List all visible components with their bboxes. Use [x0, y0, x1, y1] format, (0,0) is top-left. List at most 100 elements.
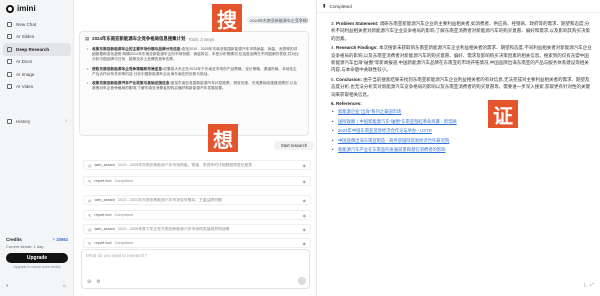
step-row[interactable]: ✎ report tool Completed ◉: [83, 176, 311, 186]
plan-header: ▤ 2024年东南亚新能源车企竞争格局信息搜集计划 Total: 3 steps: [80, 32, 308, 46]
send-button[interactable]: ↑: [298, 277, 306, 285]
logo-mark-icon: [6, 4, 14, 13]
chevron-right-icon: ›: [65, 118, 67, 124]
globe-icon: ◎: [88, 162, 92, 168]
eye-icon[interactable]: ◉: [303, 241, 307, 246]
download-icon[interactable]: ⤓: [584, 282, 586, 288]
step-text: Completed: [114, 213, 133, 217]
plan-item-heading: 收集东南亚新能源车企的主要市场份额与品牌分布信息:: [92, 47, 182, 51]
wrench-icon: ✎: [88, 178, 92, 184]
sidebar-item-ai-image[interactable]: AI Image: [3, 68, 71, 81]
reference-link[interactable]: 2024年中国东南亚贸易经济合作论坛举办 - USTR: [331, 126, 593, 136]
upgrade-button[interactable]: Upgrade: [6, 253, 68, 263]
stamp-think: 想: [208, 124, 238, 152]
input-tools: ⊕ ⚙: [87, 279, 101, 285]
sidebar-item-deep-research[interactable]: Deep Research: [3, 43, 71, 56]
sidebar-item-label: New Chat: [16, 21, 37, 27]
research-input[interactable]: [86, 253, 286, 258]
sidebar-item-ai-video[interactable]: AI Video: [3, 81, 71, 94]
plan-title: 2024年东南亚新能源车企竞争格局信息搜集计划: [92, 36, 186, 41]
sidebar-item-label: AI Docs: [16, 59, 33, 65]
plan-item: 收集东南亚新能源车企的主要市场份额与品牌分布信息:查找2010 - 2025年东…: [80, 46, 308, 66]
result-body: 3. Problem Statement: 调研东南亚新能源汽车企业的主要利益相…: [331, 20, 593, 155]
settings-icon[interactable]: ⚙: [96, 279, 100, 285]
globe-icon: ◎: [88, 226, 92, 232]
docs-icon: [7, 59, 12, 65]
research-icon: [7, 46, 12, 52]
step-row[interactable]: ✎ report tool Completed ◉: [83, 238, 311, 248]
result-status: Completed: [329, 3, 352, 9]
stamp-search: 搜: [212, 4, 242, 32]
menu-icon[interactable]: ▮: [323, 3, 326, 9]
logo-text: imini: [17, 4, 36, 13]
step-text: 2023 - 2024年东南亚新能源汽车市场竞争格局、主要品牌份额: [117, 197, 222, 202]
clock-icon: [7, 118, 12, 124]
attach-icon[interactable]: ⊕: [87, 279, 91, 285]
plan-step-count: Total: 3 steps: [188, 36, 215, 42]
research-input-box: ⊕ ⚙ ↑: [81, 249, 310, 289]
credits-label: Credits: [6, 237, 22, 242]
chat-plus-icon: [7, 21, 12, 27]
step-tool: web_search: [94, 163, 115, 167]
step-text: Completed: [114, 179, 133, 183]
sidebar-item-ai-slides[interactable]: AI Slides: [3, 31, 71, 44]
reference-link[interactable]: 新能源企业"出海"系列之泰国市场: [331, 107, 593, 117]
sidebar-item-new-chat[interactable]: New Chat: [3, 18, 71, 31]
research-findings: 4. Research Findings: 本次搜索未获取到东南亚新能源汽车企业…: [331, 45, 592, 73]
plan-item: 获取东南亚新能源车企竞争策略和布局信息:收集各大车企在2024年于东南亚市场的产…: [80, 66, 308, 80]
eye-icon[interactable]: ◉: [303, 213, 307, 218]
upgrade-note: Upgrade to unlock more credits: [13, 264, 61, 269]
home-icon[interactable]: ⌂: [63, 283, 66, 289]
streak-text: Current streak: 1 day: [6, 244, 44, 249]
problem-statement: 3. Problem Statement: 调研东南亚新能源汽车企业的主要利益相…: [331, 21, 590, 41]
expand-icon[interactable]: ⤢: [590, 282, 594, 288]
image-icon: [7, 71, 12, 77]
step-row[interactable]: ✎ report tool Completed ◉: [83, 210, 311, 220]
step-row[interactable]: ◎ web_search 2023 - 2024年东南亚新能源汽车市场竞争格局、主要…: [83, 195, 311, 205]
start-research-button[interactable]: Start research: [274, 141, 314, 150]
references-label: References:: [336, 101, 362, 107]
sidebar-bottom-icons: ◐ ⌂: [6, 283, 66, 289]
para-heading: Research Findings:: [336, 45, 378, 51]
slides-icon: [7, 34, 12, 40]
plan-item-heading: 获取东南亚新能源车企竞争策略和布局信息:: [92, 66, 164, 71]
step-tool: report tool: [94, 179, 112, 183]
arrow-up-icon: ↑: [300, 278, 304, 284]
reference-link[interactable]: 新能源汽车产业在东南亚的发展前景和潜在消费者的影响: [331, 145, 593, 155]
sidebar-item-label: AI Video: [16, 84, 34, 90]
result-panel: ▮ Completed 3. Problem Statement: 调研东南亚新…: [316, 0, 600, 296]
history-toggle[interactable]: History ›: [3, 116, 71, 126]
plan-item-heading: 收集东南亚新能源汽车产业政策与基础设施信息:: [92, 81, 171, 86]
chat-panel: 2024年东南亚新能源车企竞争格局 ▤ 2024年东南亚新能源车企竞争格局信息搜…: [75, 0, 315, 296]
stamp-verify: 证: [488, 100, 518, 128]
reference-link[interactable]: 中国品牌出海东南亚制造 - 商务部国际贸易经济合作研究院: [331, 136, 593, 146]
plan-item: 收集东南亚新能源汽车产业政策与基础设施信息:查找东南亚各国新能源汽车补贴政策、税…: [80, 80, 308, 94]
step-tool: web_search: [94, 227, 115, 231]
eye-icon[interactable]: ◉: [303, 227, 307, 232]
para-heading: Conclusion:: [336, 76, 363, 82]
step-text: 2025 - 2026年各大车企在东南亚新能源汽车市场的发展规划和战略: [117, 226, 230, 231]
credits-row: Credits ⚡ 20862: [6, 237, 68, 242]
sidebar-item-label: AI Slides: [16, 34, 35, 40]
credits-number: 20862: [56, 237, 68, 242]
step-text: Completed: [114, 241, 133, 245]
step-row[interactable]: ◎ web_search 2025 - 2026年各大车企在东南亚新能源汽车市场的发…: [83, 224, 311, 234]
step-tool: web_search: [94, 198, 115, 202]
app-logo[interactable]: imini: [6, 4, 36, 13]
eye-icon[interactable]: ◉: [303, 179, 307, 184]
step-tool: report tool: [94, 241, 112, 245]
wrench-icon: ✎: [88, 212, 92, 218]
wrench-icon: ✎: [88, 240, 92, 246]
credits-value: ⚡ 20862: [52, 237, 68, 242]
step-row[interactable]: ◎ web_search 2010 - 2025年东南亚新能源汽车市场销量、销量、渗…: [83, 160, 311, 170]
eye-icon[interactable]: ◉: [303, 163, 307, 168]
user-icon[interactable]: ◐: [6, 283, 9, 289]
result-window-tools: ⤓ ⤢: [584, 282, 594, 288]
sidebar: imini New Chat AI Slides Deep Research A…: [0, 0, 74, 296]
eye-icon[interactable]: ◉: [303, 198, 307, 203]
sidebar-item-ai-docs[interactable]: AI Docs: [3, 56, 71, 69]
sidebar-item-label: Deep Research: [16, 46, 50, 52]
user-query-bubble: 2024年东南亚新能源车企竞争格局: [247, 16, 308, 24]
result-header: ▮ Completed: [317, 0, 600, 13]
reference-link[interactable]: 国际观察丨中国新能源汽车"破圈"东南亚刮起革命风暴 - 新华网: [331, 117, 593, 127]
